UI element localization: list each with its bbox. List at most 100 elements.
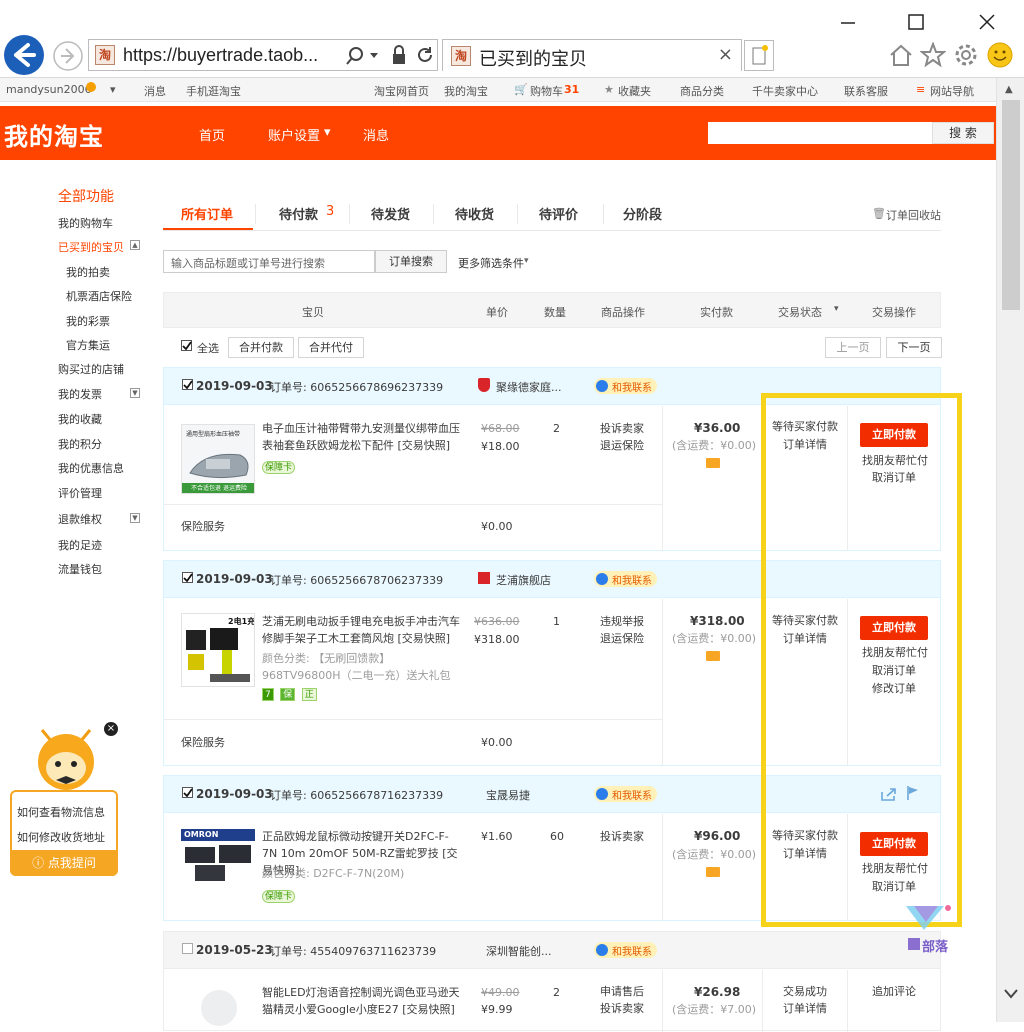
order-search-button[interactable]: 订单搜索 bbox=[375, 250, 447, 273]
sidebar-item-footprint[interactable]: 我的足迹 bbox=[58, 537, 102, 553]
header-search-input[interactable] bbox=[708, 122, 932, 144]
sidebar-item-invoice[interactable]: 我的发票 bbox=[58, 386, 102, 402]
contact-seller-button[interactable]: 和我联系 bbox=[594, 378, 657, 394]
complain-seller-link[interactable]: 投诉卖家 bbox=[600, 1000, 644, 1017]
collapse-icon[interactable]: ▲ bbox=[130, 240, 140, 250]
mobile-link[interactable]: 手机逛淘宝 bbox=[186, 83, 241, 99]
header-search-button[interactable]: 搜 索 bbox=[932, 122, 994, 144]
expand-icon[interactable]: ▼ bbox=[130, 388, 140, 398]
sidebar-item-auction[interactable]: 我的拍卖 bbox=[66, 264, 110, 280]
maximize-icon[interactable] bbox=[904, 10, 928, 34]
faq-logistics-link[interactable]: 如何查看物流信息 bbox=[17, 804, 105, 820]
contact-seller-button[interactable]: 和我联系 bbox=[594, 942, 657, 958]
after-sales-link[interactable]: 申请售后 bbox=[600, 983, 644, 1000]
product-thumbnail[interactable]: OMRON bbox=[181, 829, 255, 883]
merge-pay-button[interactable]: 合并付款 bbox=[228, 337, 294, 358]
order-checkbox[interactable] bbox=[182, 379, 193, 390]
address-bar[interactable]: 淘 https://buyertrade.taob... bbox=[88, 39, 438, 71]
sidebar-item-travel[interactable]: 机票酒店保险 bbox=[66, 288, 132, 304]
tab-pending-payment[interactable]: 待付款 bbox=[279, 204, 318, 223]
select-all-checkbox[interactable] bbox=[181, 340, 192, 351]
faq-address-link[interactable]: 如何修改收货地址 bbox=[17, 829, 105, 845]
tab-all-orders[interactable]: 所有订单 bbox=[181, 204, 233, 223]
my-taobao-link[interactable]: 我的淘宝 bbox=[444, 83, 488, 99]
sidebar-item-data-wallet[interactable]: 流量钱包 bbox=[58, 561, 102, 577]
assistant-ask-button[interactable]: ⓘ 点我提问 bbox=[10, 850, 118, 876]
shop-name[interactable]: 宝晟易捷 bbox=[486, 787, 530, 803]
more-filters-link[interactable]: 更多筛选条件 bbox=[458, 255, 524, 271]
nav-messages[interactable]: 消息 bbox=[363, 125, 389, 144]
product-title[interactable]: 电子血压计袖带臂带九安测量仪绑带血压表袖套鱼跃欧姆龙松下配件 [交易快照] bbox=[262, 420, 462, 454]
return-insurance-link[interactable]: 退运保险 bbox=[600, 437, 644, 454]
tab-pending-receipt[interactable]: 待收货 bbox=[455, 204, 494, 223]
tab-current[interactable]: 淘 已买到的宝贝 × bbox=[442, 39, 742, 71]
col-status-filter[interactable]: 交易状态 bbox=[778, 304, 822, 320]
recycle-bin-link[interactable]: 订单回收站 bbox=[886, 207, 941, 223]
product-thumbnail[interactable]: 通用型扇形血压袖带 不合适包退 退运费险 bbox=[181, 424, 255, 494]
home-link[interactable]: 淘宝网首页 bbox=[374, 83, 429, 99]
minimize-icon[interactable] bbox=[836, 10, 860, 34]
report-violation-link[interactable]: 违规举报 bbox=[600, 613, 644, 630]
back-button[interactable] bbox=[2, 33, 46, 77]
nav-home[interactable]: 首页 bbox=[199, 125, 225, 144]
contact-seller-button[interactable]: 和我联系 bbox=[594, 786, 657, 802]
search-icon[interactable] bbox=[345, 46, 365, 66]
username-link[interactable]: mandysun2006 bbox=[6, 83, 92, 96]
site-nav-link[interactable]: 网站导航 bbox=[930, 83, 974, 99]
close-assistant-icon[interactable]: × bbox=[104, 722, 118, 736]
cart-link[interactable]: 购物车 bbox=[530, 83, 563, 99]
scroll-thumb[interactable] bbox=[1002, 100, 1020, 310]
tab-installment[interactable]: 分阶段 bbox=[623, 204, 662, 223]
product-title[interactable]: 芝浦无刷电动扳手锂电充电扳手冲击汽车修脚手架子工木工套筒风炮 [交易快照] bbox=[262, 613, 462, 647]
sidebar-item-cart[interactable]: 我的购物车 bbox=[58, 215, 113, 231]
dropdown-icon[interactable] bbox=[369, 52, 379, 60]
lock-icon[interactable] bbox=[391, 45, 407, 65]
scroll-up-icon[interactable]: ▲ bbox=[1005, 84, 1013, 95]
order-checkbox[interactable] bbox=[182, 943, 193, 954]
contact-seller-button[interactable]: 和我联系 bbox=[594, 571, 657, 587]
order-details-link[interactable]: 订单详情 bbox=[783, 1000, 827, 1017]
forward-button[interactable] bbox=[52, 40, 84, 72]
return-insurance-link[interactable]: 退运保险 bbox=[600, 630, 644, 647]
favorites-star-icon[interactable] bbox=[920, 42, 946, 68]
nav-account-settings[interactable]: 账户设置 bbox=[268, 125, 320, 144]
refresh-icon[interactable] bbox=[415, 45, 435, 65]
sidebar-item-reviews[interactable]: 评价管理 bbox=[58, 485, 102, 501]
service-link[interactable]: 联系客服 bbox=[844, 83, 888, 99]
guarantee-card-badge[interactable]: 保障卡 bbox=[262, 887, 298, 904]
sidebar-item-favorites[interactable]: 我的收藏 bbox=[58, 411, 102, 427]
merge-proxy-pay-button[interactable]: 合并代付 bbox=[298, 337, 364, 358]
add-review-link[interactable]: 追加评论 bbox=[872, 983, 916, 1000]
sidebar-item-shops[interactable]: 购买过的店铺 bbox=[58, 361, 124, 377]
order-checkbox[interactable] bbox=[182, 787, 193, 798]
new-tab-button[interactable] bbox=[744, 40, 774, 71]
product-title[interactable]: 智能LED灯泡语音控制调光调色亚马逊天猫精灵小爱Google小度E27 [交易快… bbox=[262, 984, 462, 1018]
shop-name[interactable]: 聚缘德家庭... bbox=[496, 379, 562, 395]
order-search-input[interactable]: 输入商品标题或订单号进行搜索 bbox=[163, 250, 375, 273]
sidebar-item-refunds[interactable]: 退款维权 bbox=[58, 511, 102, 527]
settings-gear-icon[interactable] bbox=[953, 42, 979, 68]
home-icon[interactable] bbox=[888, 42, 914, 68]
close-tab-icon[interactable]: × bbox=[718, 44, 733, 65]
sidebar-item-purchased[interactable]: 已买到的宝贝 bbox=[58, 239, 124, 255]
tab-pending-review[interactable]: 待评价 bbox=[539, 204, 578, 223]
prev-page-button[interactable]: 上一页 bbox=[825, 337, 881, 358]
product-thumbnail[interactable] bbox=[201, 990, 237, 1026]
seller-center-link[interactable]: 千牛卖家中心 bbox=[752, 83, 818, 99]
next-page-button[interactable]: 下一页 bbox=[886, 337, 942, 358]
expand-icon[interactable]: ▼ bbox=[130, 513, 140, 523]
sidebar-item-consolidation[interactable]: 官方集运 bbox=[66, 337, 110, 353]
page-scrollbar[interactable]: ▲ bbox=[996, 78, 1024, 1022]
complain-seller-link[interactable]: 投诉卖家 bbox=[600, 828, 644, 845]
assistant-mascot[interactable] bbox=[30, 720, 102, 792]
shop-name[interactable]: 芝浦旗舰店 bbox=[496, 572, 551, 588]
sidebar-item-coupons[interactable]: 我的优惠信息 bbox=[58, 460, 124, 476]
favorites-link[interactable]: 收藏夹 bbox=[618, 83, 651, 99]
product-thumbnail[interactable]: 2电1充 bbox=[181, 613, 255, 687]
messages-link[interactable]: 消息 bbox=[144, 83, 166, 99]
smiley-feedback-icon[interactable] bbox=[986, 41, 1014, 69]
close-window-icon[interactable] bbox=[975, 10, 999, 34]
scroll-down-icon[interactable] bbox=[1003, 988, 1019, 1000]
shop-name[interactable]: 深圳智能创... bbox=[486, 943, 552, 959]
my-taobao-logo[interactable]: 我的淘宝 bbox=[4, 117, 104, 152]
